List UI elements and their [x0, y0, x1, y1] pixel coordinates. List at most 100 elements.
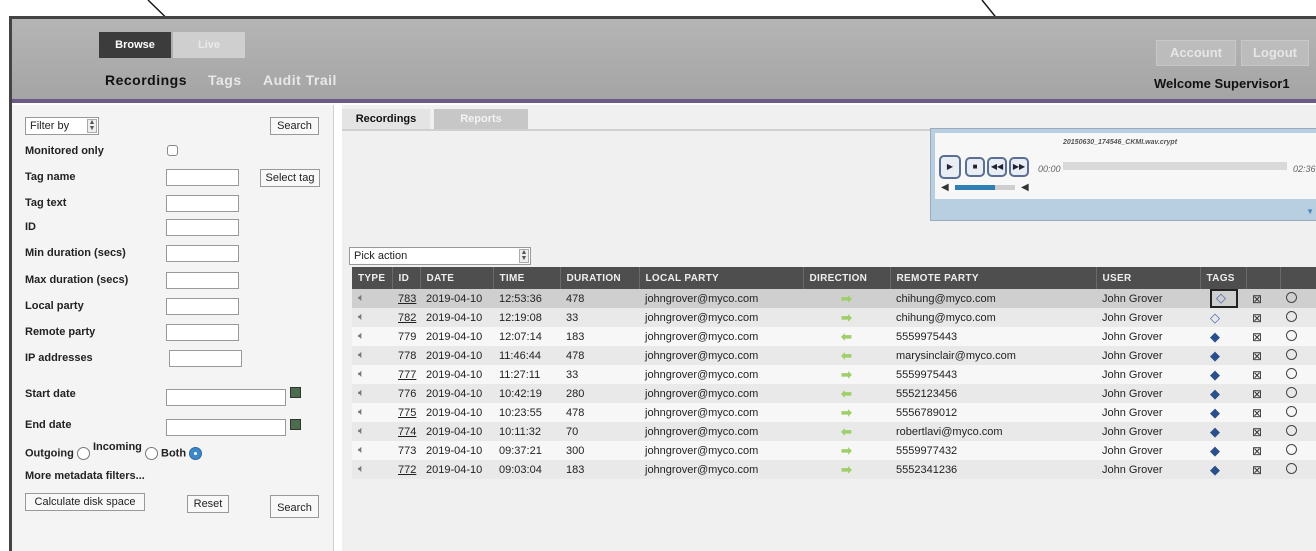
- envelope-icon[interactable]: ⊠: [1252, 444, 1262, 458]
- tags-cell[interactable]: ◇: [1200, 308, 1246, 327]
- max-duration-field[interactable]: [166, 272, 239, 289]
- tag-outline-icon[interactable]: ◇: [1216, 291, 1232, 305]
- select-circle-icon[interactable]: [1286, 367, 1297, 379]
- select-circle-icon[interactable]: [1286, 405, 1297, 417]
- tag-filled-icon[interactable]: ◆: [1210, 424, 1226, 439]
- column-header[interactable]: TAGS: [1200, 267, 1247, 289]
- nav-recordings[interactable]: Recordings: [105, 72, 187, 88]
- table-row[interactable]: 🔈︎ 772 2019-04-10 09:03:04 183 johngrover@myc…: [352, 460, 1316, 479]
- tag-filled-icon[interactable]: ◆: [1210, 405, 1226, 420]
- column-header[interactable]: LOCAL PARTY: [639, 267, 804, 289]
- table-row[interactable]: 🔈︎ 776 2019-04-10 10:42:19 280 johngrover@myc…: [352, 384, 1316, 403]
- id-cell[interactable]: 772: [392, 460, 420, 479]
- stop-icon[interactable]: ■: [965, 157, 985, 177]
- tags-cell[interactable]: ◆: [1200, 384, 1246, 403]
- tags-cell[interactable]: ◇: [1200, 289, 1246, 308]
- tab-reports[interactable]: Reports: [434, 109, 528, 129]
- table-row[interactable]: 🔈︎ 778 2019-04-10 11:46:44 478 johngrover@myc…: [352, 346, 1316, 365]
- speaker-icon[interactable]: 🔈︎: [352, 289, 392, 308]
- speaker-icon[interactable]: 🔈︎: [352, 308, 392, 327]
- select-circle-icon[interactable]: [1286, 348, 1297, 360]
- envelope-icon[interactable]: ⊠: [1252, 311, 1262, 325]
- select-circle-icon[interactable]: [1286, 329, 1297, 341]
- player-progress-bar[interactable]: [1063, 162, 1287, 170]
- envelope-icon[interactable]: ⊠: [1252, 425, 1262, 439]
- select-tag-button[interactable]: Select tag: [260, 169, 320, 187]
- search-button-top[interactable]: Search: [270, 117, 319, 135]
- column-header[interactable]: TYPE: [352, 267, 393, 289]
- mode-tab-browse[interactable]: Browse: [99, 32, 171, 58]
- table-row[interactable]: 🔈︎ 774 2019-04-10 10:11:32 70 johngrover@myco…: [352, 422, 1316, 441]
- envelope-icon[interactable]: ⊠: [1252, 387, 1262, 401]
- incoming-radio[interactable]: [144, 447, 158, 460]
- select-circle-icon[interactable]: [1286, 424, 1297, 436]
- nav-audit-trail[interactable]: Audit Trail: [263, 72, 337, 88]
- envelope-icon[interactable]: ⊠: [1252, 463, 1262, 477]
- envelope-icon[interactable]: ⊠: [1252, 368, 1262, 382]
- local-party-field[interactable]: [166, 298, 239, 315]
- speaker-icon[interactable]: 🔈︎: [352, 346, 392, 365]
- select-circle-icon[interactable]: [1286, 291, 1297, 303]
- ip-addresses-field[interactable]: [169, 350, 242, 367]
- nav-tags[interactable]: Tags: [208, 72, 242, 88]
- tags-cell[interactable]: ◆: [1200, 460, 1246, 479]
- column-header[interactable]: TIME: [493, 267, 561, 289]
- id-cell[interactable]: 782: [392, 308, 420, 327]
- mode-tab-live[interactable]: Live: [173, 32, 245, 58]
- id-cell[interactable]: 775: [392, 403, 420, 422]
- column-header[interactable]: DURATION: [560, 267, 640, 289]
- envelope-icon[interactable]: ⊠: [1252, 292, 1262, 306]
- end-date-field[interactable]: [166, 419, 286, 436]
- column-header[interactable]: DATE: [420, 267, 494, 289]
- calendar-icon[interactable]: [290, 419, 301, 430]
- both-radio[interactable]: [189, 447, 203, 460]
- column-header[interactable]: USER: [1096, 267, 1201, 289]
- speaker-icon[interactable]: 🔈︎: [352, 422, 392, 441]
- id-cell[interactable]: 783: [392, 289, 420, 308]
- tag-name-field[interactable]: [166, 169, 239, 186]
- tag-outline-icon[interactable]: ◇: [1210, 310, 1226, 325]
- tags-cell[interactable]: ◆: [1200, 441, 1246, 460]
- speaker-icon[interactable]: 🔈︎: [352, 365, 392, 384]
- player-expand-icon[interactable]: ▼: [1306, 207, 1314, 216]
- envelope-icon[interactable]: ⊠: [1252, 330, 1262, 344]
- select-circle-icon[interactable]: [1286, 310, 1297, 322]
- speaker-icon[interactable]: 🔈︎: [352, 441, 392, 460]
- table-row[interactable]: 🔈︎ 773 2019-04-10 09:37:21 300 johngrover@myc…: [352, 441, 1316, 460]
- calendar-icon[interactable]: [290, 387, 301, 398]
- calculate-disk-space-button[interactable]: Calculate disk space: [25, 493, 145, 511]
- tags-cell[interactable]: ◆: [1200, 403, 1246, 422]
- start-date-field[interactable]: [166, 389, 286, 406]
- table-row[interactable]: 🔈︎ 777 2019-04-10 11:27:11 33 johngrover@myco…: [352, 365, 1316, 384]
- reset-button[interactable]: Reset: [187, 495, 229, 513]
- tag-text-field[interactable]: [166, 195, 239, 212]
- select-circle-icon[interactable]: [1286, 386, 1297, 398]
- select-circle-icon[interactable]: [1286, 443, 1297, 455]
- table-row[interactable]: 🔈︎ 782 2019-04-10 12:19:08 33 johngrover@myco…: [352, 308, 1316, 327]
- column-header[interactable]: ID: [392, 267, 421, 289]
- tag-filled-icon[interactable]: ◆: [1210, 462, 1226, 477]
- id-cell[interactable]: 774: [392, 422, 420, 441]
- fast-forward-icon[interactable]: ▶▶: [1009, 157, 1029, 177]
- column-header[interactable]: DIRECTION: [803, 267, 891, 289]
- logout-button[interactable]: Logout: [1241, 40, 1309, 66]
- id-cell[interactable]: 777: [392, 365, 420, 384]
- table-row[interactable]: 🔈︎ 775 2019-04-10 10:23:55 478 johngrover@myc…: [352, 403, 1316, 422]
- rewind-icon[interactable]: ◀◀: [987, 157, 1007, 177]
- play-icon[interactable]: ▶: [939, 155, 961, 179]
- tag-filled-icon[interactable]: ◆: [1210, 329, 1226, 344]
- remote-party-field[interactable]: [166, 324, 239, 341]
- tags-cell[interactable]: ◆: [1200, 365, 1246, 384]
- monitored-only-checkbox[interactable]: [167, 145, 178, 156]
- id-field[interactable]: [166, 219, 239, 236]
- more-metadata-filters-link[interactable]: More metadata filters...: [25, 470, 145, 482]
- speaker-icon[interactable]: 🔈︎: [352, 384, 392, 403]
- account-button[interactable]: Account: [1156, 40, 1236, 66]
- tags-cell[interactable]: ◆: [1200, 422, 1246, 441]
- column-header[interactable]: [1280, 267, 1316, 289]
- volume-slider[interactable]: [955, 185, 1015, 190]
- table-row[interactable]: 🔈︎ 779 2019-04-10 12:07:14 183 johngrover@myc…: [352, 327, 1316, 346]
- column-header[interactable]: [1246, 267, 1281, 289]
- speaker-icon[interactable]: 🔈︎: [352, 327, 392, 346]
- tag-filled-icon[interactable]: ◆: [1210, 386, 1226, 401]
